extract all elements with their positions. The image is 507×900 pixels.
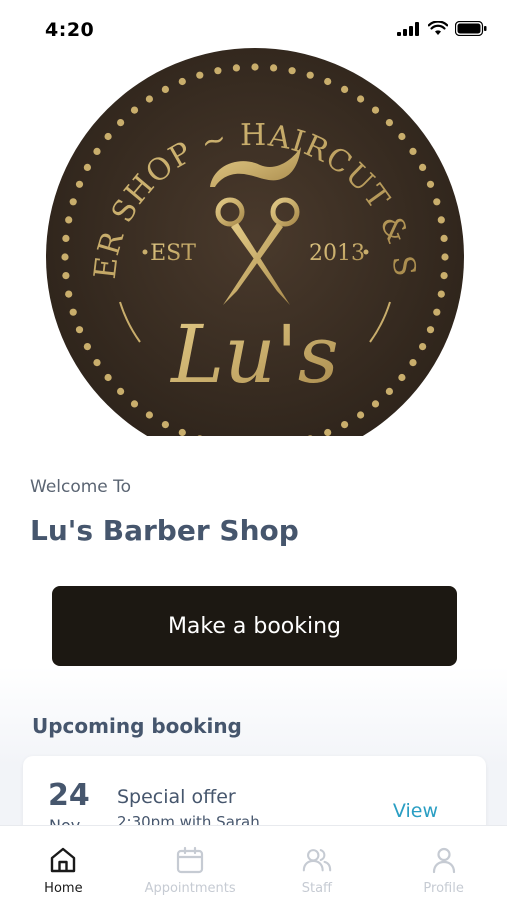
logo-ring-dot xyxy=(419,163,427,171)
logo-ring-dot xyxy=(385,119,393,127)
tab-appointments-label: Appointments xyxy=(144,881,236,896)
logo-ring-dot xyxy=(117,119,125,127)
tab-profile[interactable]: Profile xyxy=(380,826,507,900)
logo-ring-dot xyxy=(178,77,186,86)
logo-ring-dot xyxy=(357,95,365,103)
logo-est-label: EST xyxy=(150,241,196,266)
logo-ring-dot xyxy=(341,421,349,429)
logo-ring-dot xyxy=(104,373,112,382)
logo-ring-dot xyxy=(196,71,204,79)
logo-ring-dot xyxy=(75,180,84,188)
logo-ring-dot xyxy=(440,272,448,280)
signal-icon xyxy=(397,21,419,36)
battery-icon xyxy=(455,21,487,36)
logo-ring-dot xyxy=(69,198,77,206)
logo-ring-dot xyxy=(409,147,417,155)
logo-ring-dot xyxy=(341,85,349,93)
shop-logo: BARBER SHOP ~ HAIRCUT & SHAVE EST 2013 L… xyxy=(31,20,465,467)
wifi-icon xyxy=(428,21,448,35)
logo-est-year: 2013 xyxy=(309,241,365,266)
logo-ring-dot xyxy=(371,400,380,408)
logo-ring-dot xyxy=(65,290,73,298)
logo-ring-dot xyxy=(433,308,441,316)
hero-banner: BARBER SHOP ~ HAIRCUT & SHAVE EST 2013 L… xyxy=(0,0,507,470)
logo-ring-dot xyxy=(61,253,69,261)
logo-ring-dot xyxy=(214,67,222,75)
profile-icon xyxy=(428,844,460,876)
view-booking-link[interactable]: View xyxy=(393,800,438,822)
logo-ring-dot xyxy=(232,64,240,72)
logo-ring-dot xyxy=(398,373,406,382)
logo-ring-dot xyxy=(104,132,112,141)
logo-ring-dot xyxy=(83,163,91,171)
tab-home-label: Home xyxy=(44,881,83,896)
logo-ring-dot xyxy=(426,326,435,334)
tab-home[interactable]: Home xyxy=(0,826,127,900)
logo-ring-dot xyxy=(426,180,435,188)
status-icons xyxy=(397,21,487,36)
logo-ring-dot xyxy=(62,272,70,280)
logo-ring-dot xyxy=(398,132,406,141)
booking-title: Special offer xyxy=(117,786,236,808)
logo-ring-dot xyxy=(69,308,77,316)
logo-ring-dot xyxy=(437,216,445,224)
status-bar: 4:20 xyxy=(0,0,507,62)
logo-ring-dot xyxy=(117,387,125,395)
logo-ring-dot xyxy=(306,71,314,79)
logo-ring-dot xyxy=(419,343,427,351)
logo-ring-dot xyxy=(83,343,91,351)
logo-ring-dot xyxy=(288,67,296,75)
logo-ring-dot xyxy=(62,234,70,242)
bottom-tab-bar: Home Appointments Staff Profile xyxy=(0,825,507,900)
welcome-label: Welcome To xyxy=(30,477,132,497)
logo-ring-dot xyxy=(324,77,332,86)
logo-ring-dot xyxy=(433,198,441,206)
logo-ring-dot xyxy=(145,95,153,103)
status-time: 4:20 xyxy=(45,19,95,41)
logo-ring-dot xyxy=(161,85,169,93)
logo-ring-dot xyxy=(145,411,153,419)
tab-profile-label: Profile xyxy=(423,881,464,896)
logo-ring-dot xyxy=(270,64,278,72)
logo-ring-dot xyxy=(441,253,449,261)
calendar-icon xyxy=(174,844,206,876)
logo-ring-dot xyxy=(357,411,365,419)
logo-ring-dot xyxy=(130,400,139,408)
logo-ring-dot xyxy=(371,106,380,114)
logo-ring-dot xyxy=(75,326,84,334)
tab-appointments[interactable]: Appointments xyxy=(127,826,254,900)
make-booking-button[interactable]: Make a booking xyxy=(52,586,457,666)
logo-ring-dot xyxy=(440,234,448,242)
logo-ring-dot xyxy=(437,290,445,298)
logo-ring-dot xyxy=(161,421,169,429)
logo-ring-dot xyxy=(93,359,101,367)
shop-name: Lu's Barber Shop xyxy=(30,514,299,547)
logo-ring-dot xyxy=(65,216,73,224)
logo-brand-text: Lu's xyxy=(169,308,339,401)
upcoming-booking-title: Upcoming booking xyxy=(32,714,242,738)
staff-icon xyxy=(301,844,333,876)
logo-ring-dot xyxy=(409,359,417,367)
logo-ring-dot xyxy=(93,147,101,155)
tab-staff-label: Staff xyxy=(301,881,333,896)
logo-ring-dot xyxy=(130,106,139,114)
home-icon xyxy=(47,844,79,876)
tab-staff[interactable]: Staff xyxy=(254,826,381,900)
logo-ring-dot xyxy=(385,387,393,395)
logo-ring-dot xyxy=(251,63,259,71)
booking-day: 24 xyxy=(48,778,90,813)
